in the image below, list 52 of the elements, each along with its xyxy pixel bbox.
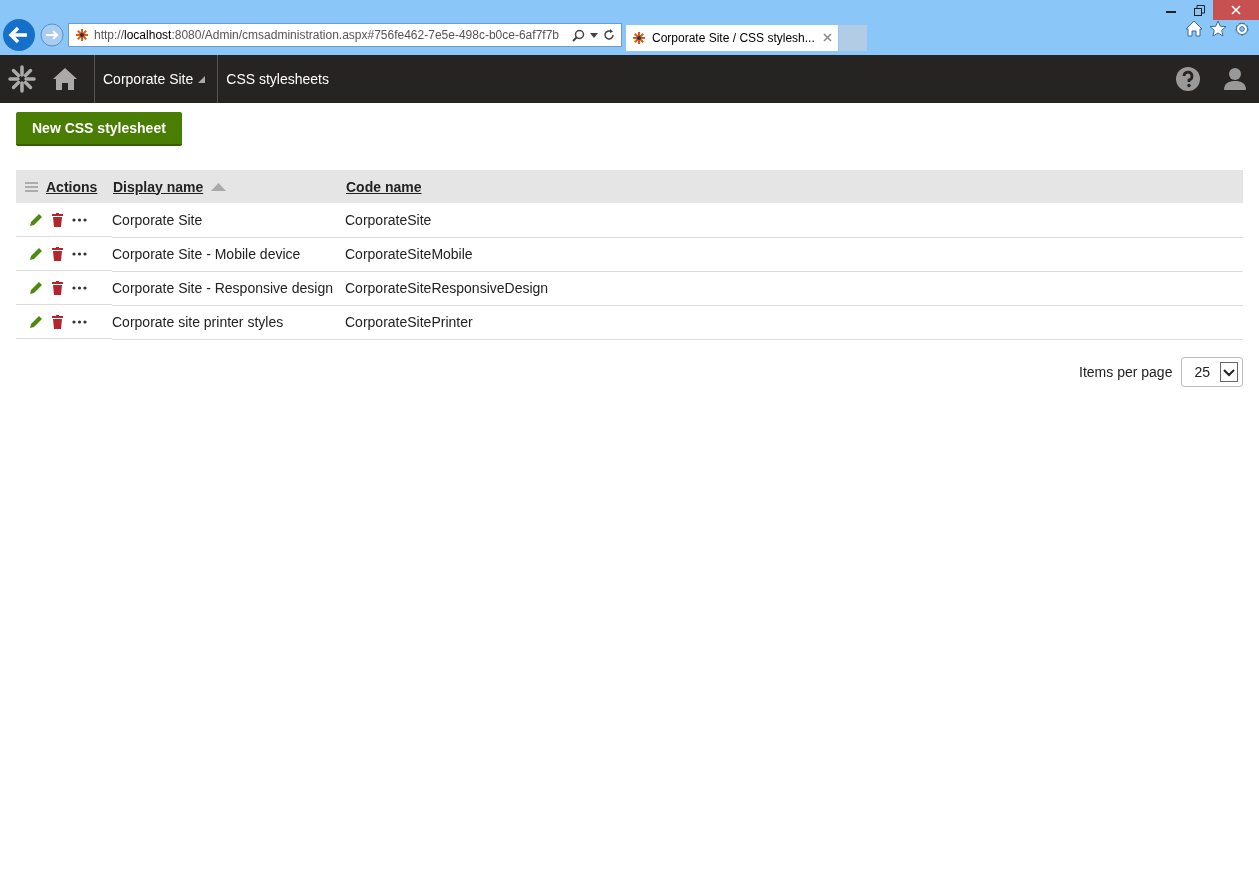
settings-icon[interactable] — [1233, 20, 1251, 38]
table-cell: Corporate Site — [112, 203, 345, 237]
column-header[interactable]: Code name — [346, 178, 422, 195]
edit-icon[interactable] — [29, 212, 43, 227]
delete-icon[interactable] — [52, 314, 63, 329]
tab-title: Corporate Site / CSS stylesh... — [652, 30, 816, 45]
refresh-icon[interactable] — [603, 29, 615, 41]
url-text: http://localhost:8080/Admin/cmsadministration.aspx#756fe462-7e5e-498c-b0ce-6af7f7b — [94, 28, 560, 42]
close-icon — [1231, 5, 1241, 15]
site-logo-icon — [632, 30, 646, 45]
table-cell: CorporateSitePrinter — [345, 305, 1243, 339]
delete-icon[interactable] — [52, 280, 63, 295]
dropdown-caret-icon[interactable] — [590, 32, 598, 38]
table-cell: Corporate site printer styles — [112, 305, 345, 339]
user-icon[interactable] — [1223, 67, 1247, 91]
page-title: CSS stylesheets — [217, 55, 337, 103]
home-icon[interactable] — [1185, 20, 1203, 37]
star-icon[interactable] — [1209, 20, 1227, 37]
items-per-page-label: Items per page — [1079, 363, 1173, 380]
caret-icon — [198, 75, 206, 83]
help-icon[interactable] — [1175, 66, 1201, 92]
column-header[interactable]: Actions — [46, 178, 98, 195]
edit-icon[interactable] — [29, 280, 43, 295]
site-selector[interactable]: Corporate Site — [94, 55, 218, 103]
table-cell: Corporate Site - Responsive design — [112, 271, 345, 305]
dropdown-icon — [1220, 361, 1238, 382]
home-icon[interactable] — [52, 67, 78, 91]
address-bar[interactable]: http://localhost:8080/Admin/cmsadministration.aspx#756fe462-7e5e-498c-b0ce-6af7f7b — [68, 23, 622, 47]
delete-icon[interactable] — [52, 246, 63, 261]
restore-icon[interactable] — [1193, 4, 1205, 16]
browser-tab[interactable]: Corporate Site / CSS stylesh... — [626, 24, 838, 51]
forward-button[interactable] — [40, 23, 64, 47]
table-cell: CorporateSiteResponsiveDesign — [345, 271, 1243, 305]
table-cell: CorporateSiteMobile — [345, 237, 1243, 271]
table-cell: Corporate Site - Mobile device — [112, 237, 345, 271]
close-tab-icon[interactable] — [823, 33, 832, 42]
back-button[interactable] — [2, 18, 36, 52]
more-icon[interactable] — [72, 319, 87, 324]
more-icon[interactable] — [72, 285, 87, 290]
search-icon[interactable] — [572, 28, 585, 42]
edit-icon[interactable] — [29, 314, 43, 329]
column-header[interactable]: Display name — [113, 178, 204, 195]
close-button[interactable] — [1213, 0, 1259, 20]
new-stylesheet-button[interactable]: New CSS stylesheet — [16, 112, 182, 146]
more-icon[interactable] — [72, 217, 87, 222]
app-logo-icon[interactable] — [8, 65, 36, 93]
items-per-page-select[interactable]: 25 — [1181, 356, 1243, 387]
edit-icon[interactable] — [29, 246, 43, 261]
delete-icon[interactable] — [52, 212, 63, 227]
table-cell: CorporateSite — [345, 203, 1243, 237]
more-icon[interactable] — [72, 251, 87, 256]
site-logo-icon — [75, 28, 89, 42]
